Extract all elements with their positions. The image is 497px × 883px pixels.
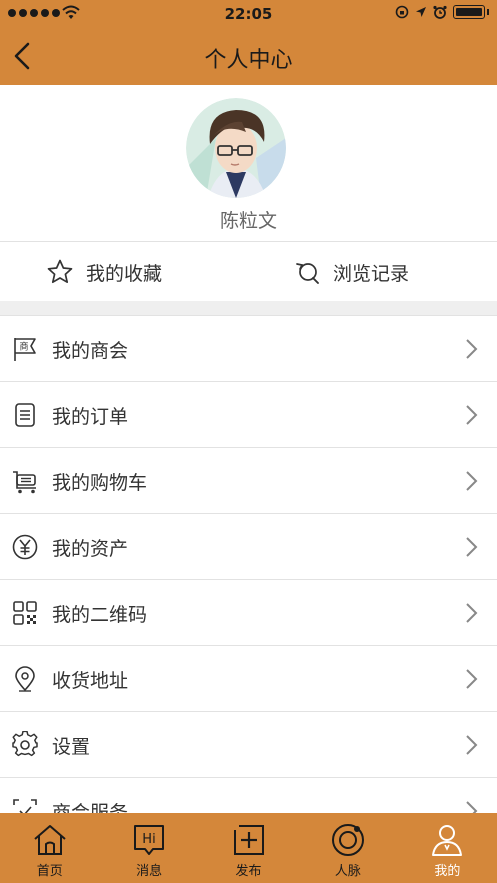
quick-links: 我的收藏 浏览记录 [0, 241, 497, 302]
tab-bar: 首页 Hi 消息 发布 人脉 我的 [0, 813, 497, 883]
cart-icon [13, 471, 36, 494]
menu-item-orders[interactable]: 我的订单 [0, 382, 497, 448]
chevron-right-icon [466, 339, 478, 359]
gear-icon [12, 731, 38, 757]
star-icon [47, 259, 73, 284]
menu-item-label: 设置 [52, 736, 91, 758]
service-icon [13, 799, 37, 814]
chevron-right-icon [466, 471, 478, 491]
menu-item-qrcode[interactable]: 我的二维码 [0, 580, 497, 646]
tab-label: 消息 [136, 864, 163, 879]
avatar[interactable] [186, 98, 286, 198]
rotation-lock-icon [395, 5, 409, 19]
menu-item-label: 我的商会 [52, 340, 129, 362]
section-divider [0, 301, 497, 315]
tab-messages[interactable]: Hi 消息 [99, 813, 198, 883]
tab-label: 发布 [235, 864, 262, 879]
menu-item-chamber[interactable]: 商 我的商会 [0, 316, 497, 382]
battery-icon [453, 5, 485, 19]
alarm-icon [433, 5, 447, 19]
chevron-right-icon [466, 405, 478, 425]
chevron-right-icon [466, 537, 478, 557]
nav-bar: 个人中心 [0, 28, 497, 85]
chamber-flag-icon: 商 [14, 338, 36, 361]
history-button[interactable]: 浏览记录 [293, 242, 409, 302]
menu-item-chamber-service[interactable]: 商会服务 [0, 778, 497, 814]
yuan-icon [12, 534, 38, 560]
tab-network[interactable]: 人脉 [298, 813, 397, 883]
svg-text:Hi: Hi [142, 832, 155, 847]
menu-item-label: 我的二维码 [52, 604, 148, 626]
chevron-right-icon [466, 735, 478, 755]
menu-item-label: 我的购物车 [52, 472, 148, 494]
history-icon [296, 263, 319, 284]
message-hi-icon: Hi [134, 825, 165, 855]
menu-item-label: 我的订单 [52, 406, 129, 428]
publish-plus-icon [233, 825, 264, 855]
username: 陈粒文 [219, 210, 277, 232]
svg-text:商: 商 [19, 341, 28, 353]
chevron-right-icon [466, 801, 478, 814]
location-arrow-icon [416, 7, 426, 17]
tab-home[interactable]: 首页 [0, 813, 99, 883]
tab-label: 我的 [434, 864, 461, 879]
order-list-icon [15, 403, 35, 427]
menu-item-assets[interactable]: 我的资产 [0, 514, 497, 580]
menu-item-label: 收货地址 [52, 670, 129, 692]
tab-profile[interactable]: 我的 [398, 813, 497, 883]
qr-code-icon [13, 601, 37, 625]
chevron-right-icon [466, 669, 478, 689]
home-icon [34, 825, 66, 855]
network-icon [331, 824, 364, 856]
favorites-button[interactable]: 我的收藏 [46, 242, 162, 302]
profile-header: 陈粒文 [0, 85, 497, 241]
profile-icon [432, 825, 463, 856]
menu-item-label: 我的资产 [52, 538, 129, 560]
page-title: 个人中心 [204, 48, 293, 73]
favorites-label: 我的收藏 [86, 262, 163, 285]
tab-publish[interactable]: 发布 [199, 813, 298, 883]
tab-label: 首页 [36, 864, 63, 879]
status-bar: 22:05 [0, 0, 497, 28]
menu-item-address[interactable]: 收货地址 [0, 646, 497, 712]
menu-item-label: 商会服务 [52, 802, 129, 814]
menu-item-settings[interactable]: 设置 [0, 712, 497, 778]
chevron-right-icon [466, 603, 478, 623]
tab-label: 人脉 [334, 864, 361, 879]
location-pin-icon [15, 666, 35, 692]
history-label: 浏览记录 [333, 262, 410, 285]
menu-list: 商 我的商会 我的订单 我的购物车 我的资产 我的二维码 收货地址 设置 商会服… [0, 315, 497, 814]
menu-item-cart[interactable]: 我的购物车 [0, 448, 497, 514]
